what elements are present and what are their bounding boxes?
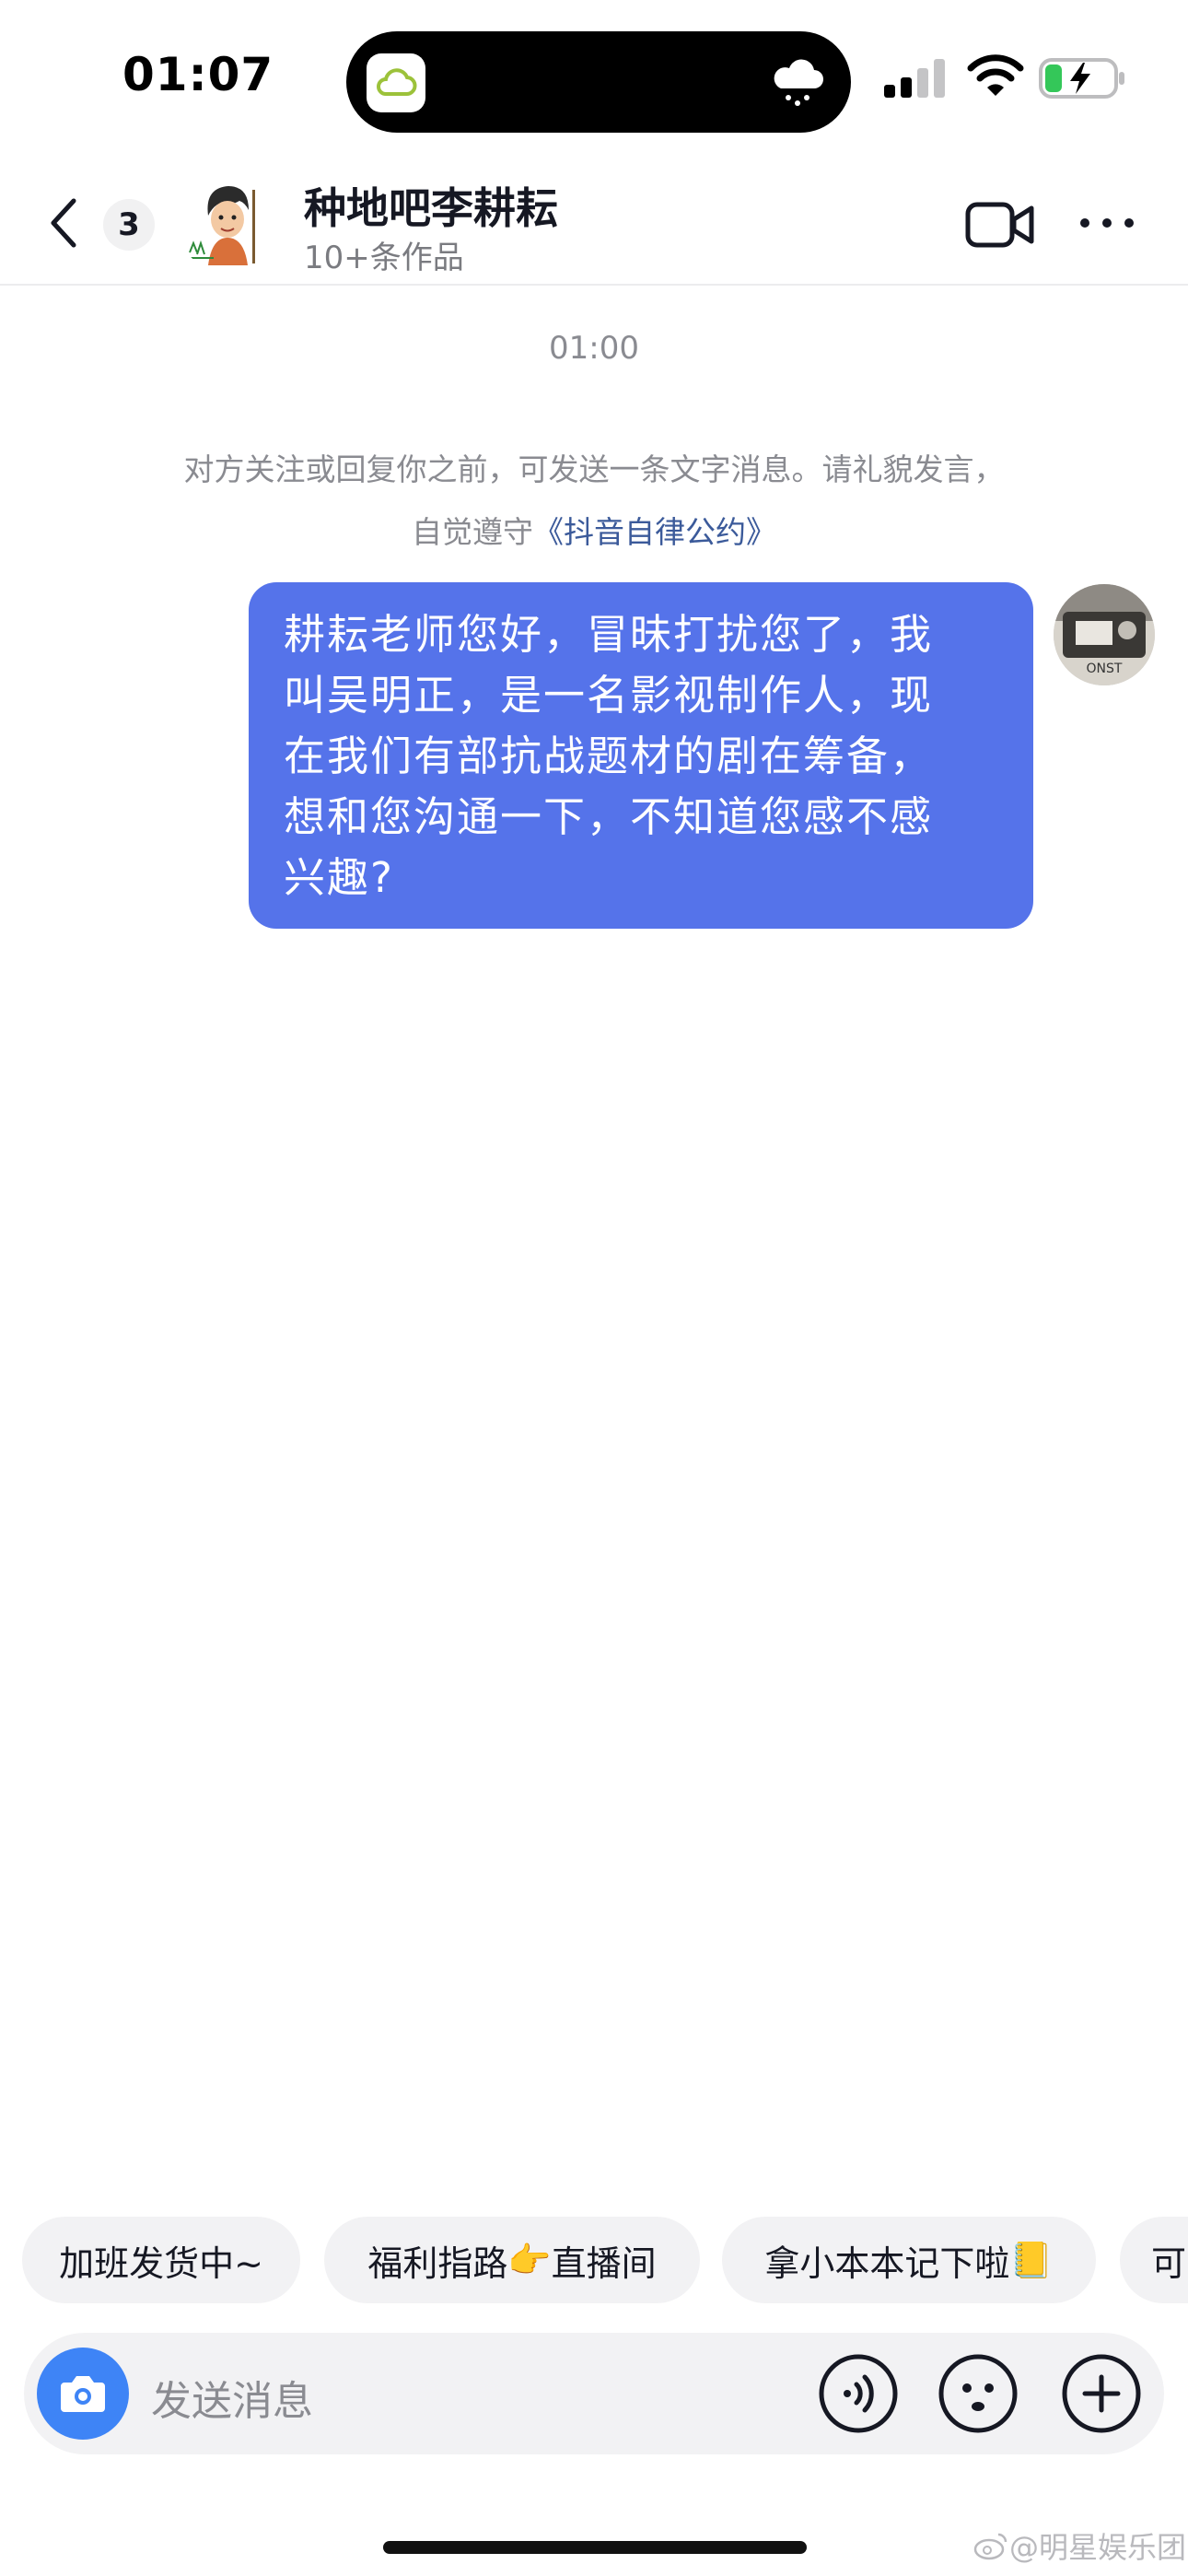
emoji-face-icon[interactable] (936, 2351, 1020, 2436)
quick-reply-chip[interactable]: 加班发货中~ (22, 2217, 300, 2303)
unread-count-badge[interactable]: 3 (103, 199, 155, 251)
camera-icon[interactable] (37, 2348, 129, 2440)
svg-text:ONST: ONST (1087, 662, 1123, 676)
chat-header: 3 种地吧李耕耘 10+条作品 (0, 162, 1188, 286)
battery-charging-icon (1039, 57, 1127, 100)
notice-prefix: 自觉遵守 (412, 514, 533, 550)
video-camera-icon[interactable] (965, 199, 1035, 251)
cloud-app-icon (367, 53, 425, 112)
quick-reply-chip[interactable]: 可 (1120, 2217, 1188, 2303)
notebook-emoji: 📒 (1009, 2239, 1054, 2280)
quick-reply-chip[interactable]: 福利指路 👉 直播间 (324, 2217, 700, 2303)
quick-reply-label: 拿小本本记下啦 (764, 2242, 1010, 2284)
convention-link[interactable]: 《抖音自律公约》 (533, 514, 776, 550)
plus-circle-icon[interactable] (1059, 2351, 1144, 2436)
quick-reply-label: 福利指路 (367, 2242, 508, 2284)
wifi-icon (967, 53, 1024, 100)
voice-icon[interactable] (816, 2351, 901, 2436)
notice-line1: 对方关注或回复你之前，可发送一条文字消息。请礼貌发言， (183, 451, 1005, 487)
more-dots-icon[interactable] (1077, 210, 1136, 236)
contact-avatar[interactable] (177, 170, 276, 273)
rain-weather-icon (768, 53, 827, 112)
message-bubble[interactable]: 耕耘老师您好，冒昧打扰您了，我 叫吴明正，是一名影视制作人，现 在我们有部抗战题… (249, 582, 1033, 929)
status-time: 01:07 (122, 48, 274, 101)
notice-line2: 自觉遵守《抖音自律公约》 (92, 501, 1096, 564)
dynamic-island (346, 31, 851, 133)
my-avatar[interactable]: ONST (1054, 584, 1155, 685)
message-line: 想和您沟通一下，不知道您感不感 (284, 792, 934, 841)
message-line: 耕耘老师您好，冒昧打扰您了，我 (284, 610, 934, 659)
watermark: @明星娱乐团 (973, 2524, 1186, 2568)
weibo-icon (973, 2531, 1009, 2568)
quick-reply-chip[interactable]: 拿小本本记下啦 📒 (722, 2217, 1096, 2303)
quick-reply-suffix: 直播间 (551, 2242, 657, 2284)
message-line: 在我们有部抗战题材的剧在筹备， (284, 732, 934, 780)
quick-reply-label: 可 (1151, 2242, 1187, 2284)
chat-notice: 对方关注或回复你之前，可发送一条文字消息。请礼貌发言， 自觉遵守《抖音自律公约》 (92, 439, 1096, 564)
message-text: 耕耘老师您好，冒昧打扰您了，我 叫吴明正，是一名影视制作人，现 在我们有部抗战题… (284, 604, 1011, 908)
chevron-left-icon[interactable] (41, 193, 87, 252)
message-line: 兴趣? (284, 853, 394, 902)
message-input[interactable]: 发送消息 (151, 2368, 313, 2427)
contact-works-count[interactable]: 10+条作品 (304, 232, 464, 277)
message-line: 叫吴明正，是一名影视制作人，现 (284, 671, 934, 720)
watermark-text: @明星娱乐团 (1009, 2530, 1187, 2565)
message-input-bar[interactable]: 发送消息 (24, 2333, 1164, 2454)
chat-timestamp: 01:00 (549, 330, 639, 367)
pointing-hand-emoji: 👉 (507, 2239, 552, 2280)
contact-name[interactable]: 种地吧李耕耘 (304, 175, 558, 236)
home-indicator (383, 2541, 807, 2554)
cellular-signal-icon (882, 57, 949, 100)
quick-reply-label: 加班发货中~ (59, 2242, 263, 2284)
